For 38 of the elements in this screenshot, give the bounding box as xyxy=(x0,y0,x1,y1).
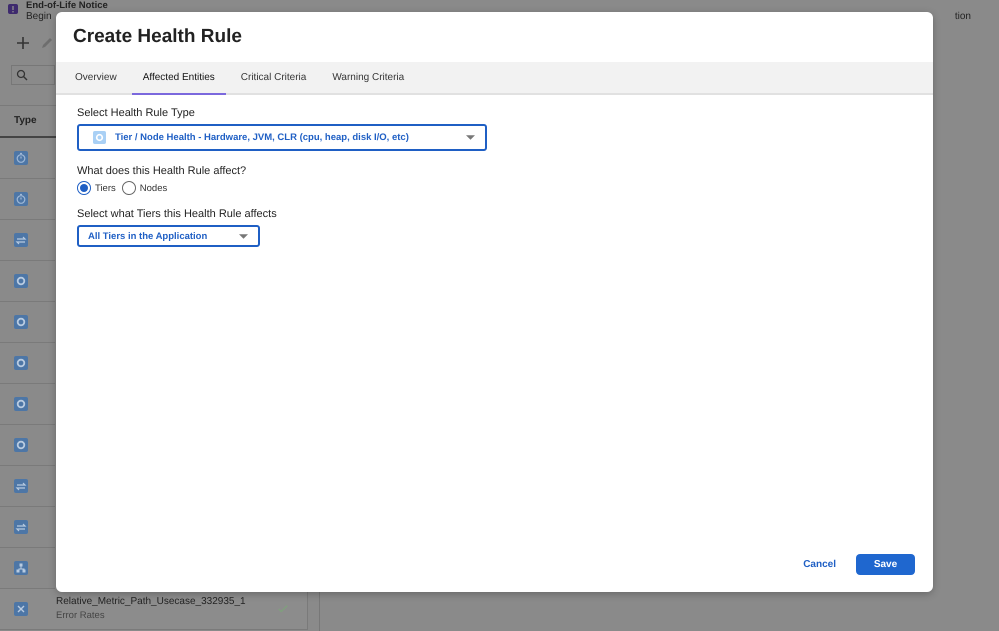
notice-icon xyxy=(8,4,18,14)
notice-text: Begin xyxy=(26,11,52,23)
tab[interactable]: Affected Entities xyxy=(132,62,226,95)
notice-title: End-of-Life Notice xyxy=(26,0,109,11)
tab[interactable]: Overview xyxy=(64,62,128,95)
transfer-icon xyxy=(14,233,28,247)
ring-icon xyxy=(14,397,28,411)
save-button[interactable]: Save xyxy=(856,554,915,575)
field-label: What does this Health Rule affect? xyxy=(77,165,248,177)
tab[interactable]: Warning Criteria xyxy=(321,62,416,95)
hierarchy-icon xyxy=(14,561,28,575)
notice-text: tion xyxy=(954,11,971,23)
row-name: Relative_Metric_Path_Usecase_332935_1 xyxy=(56,595,246,609)
ring-icon xyxy=(93,131,106,144)
ring-icon xyxy=(14,274,28,288)
field-label: Select what Tiers this Health Rule affects xyxy=(77,208,278,220)
tab[interactable]: Critical Criteria xyxy=(230,62,318,95)
ring-icon xyxy=(14,356,28,370)
radio-option[interactable]: Tiers xyxy=(77,181,116,195)
ring-icon xyxy=(14,315,28,329)
dialog-title: Create Health Rule xyxy=(72,25,243,49)
plus-icon[interactable] xyxy=(16,36,30,50)
caret-icon xyxy=(239,234,248,238)
cross-icon xyxy=(14,602,28,616)
scope-dropdown[interactable]: All Tiers in the Application xyxy=(77,225,260,247)
rule-type-dropdown[interactable]: Tier / Node Health - Hardware, JVM, CLR (cpu, heap, disk I/O, etc) xyxy=(77,124,487,151)
transfer-icon xyxy=(14,479,28,493)
transfer-icon xyxy=(14,520,28,534)
search-icon xyxy=(16,69,28,81)
timer-icon xyxy=(14,151,28,165)
timer-icon xyxy=(14,192,28,206)
ring-icon xyxy=(14,438,28,452)
caret-icon xyxy=(466,135,475,140)
radio-option[interactable]: Nodes xyxy=(122,181,168,195)
row-subtitle: Error Rates xyxy=(56,609,106,623)
field-label: Select Health Rule Type xyxy=(77,107,196,119)
search-field[interactable] xyxy=(11,65,55,85)
cancel-button[interactable]: Cancel xyxy=(797,558,842,571)
